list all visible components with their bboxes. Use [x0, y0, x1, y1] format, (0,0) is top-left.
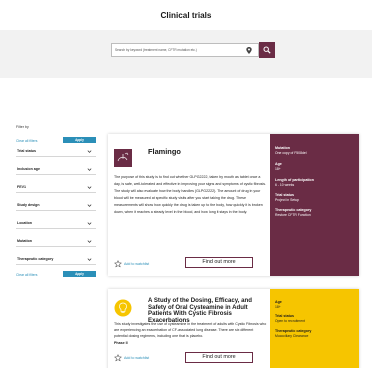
- bird-icon: [117, 152, 129, 162]
- trial-meta-panel: Age 18+ Trial status Open to recruitment…: [270, 289, 359, 368]
- chevron-down-icon: [87, 150, 92, 153]
- meta-value: One copy of F508del: [275, 151, 307, 155]
- clear-filters-link-bottom[interactable]: Clear all filters: [16, 273, 37, 277]
- trial-icon: [114, 149, 132, 167]
- watchlist-label[interactable]: Add to watchlist: [124, 262, 149, 266]
- filter-heading: Filter by: [16, 125, 29, 129]
- clear-filters-link-top[interactable]: Clear all filters: [16, 139, 37, 143]
- star-icon: [114, 354, 122, 362]
- filter-label: Location: [17, 221, 32, 225]
- meta-value: 18+: [275, 167, 281, 171]
- chevron-down-icon: [87, 240, 92, 243]
- meta-label: Therapeutic category: [275, 208, 312, 212]
- meta-label: Mutation: [275, 146, 290, 150]
- page-title: Clinical trials: [160, 11, 212, 20]
- filter-inclusion-age[interactable]: Inclusion age: [16, 164, 96, 175]
- meta-label: Age: [275, 300, 282, 304]
- search-box: [111, 43, 259, 57]
- filter-label: Therapeutic category: [17, 257, 54, 261]
- meta-label: Age: [275, 162, 282, 166]
- filter-label: FEV1: [17, 185, 26, 189]
- chevron-down-icon: [87, 186, 92, 189]
- trial-phase: Phase II: [114, 341, 128, 345]
- filter-label: Trial status: [17, 149, 36, 153]
- meta-label: Trial status: [275, 314, 294, 318]
- trial-description: This study investigates the use of cyste…: [114, 322, 267, 338]
- search-button[interactable]: [259, 42, 275, 58]
- filter-trial-status[interactable]: Trial status: [16, 146, 96, 157]
- watchlist-label[interactable]: Add to watchlist: [124, 356, 149, 360]
- find-out-more-button[interactable]: Find out more: [185, 257, 253, 268]
- filter-therapeutic-category[interactable]: Therapeutic category: [16, 254, 96, 265]
- filter-location[interactable]: Location: [16, 218, 96, 229]
- meta-label: Trial status: [275, 193, 294, 197]
- chevron-down-icon: [87, 258, 92, 261]
- star-icon: [114, 260, 122, 268]
- trial-meta-panel: Mutation One copy of F508del Age 18+ Len…: [270, 134, 359, 276]
- meta-value: Project in Setup: [275, 198, 299, 202]
- filter-label: Mutation: [17, 239, 32, 243]
- trial-card: Flamingo The purpose of this study is to…: [108, 134, 359, 276]
- trial-icon: [114, 299, 132, 317]
- meta-value: Restore CFTR Function: [275, 213, 311, 217]
- meta-value: Mucociliary Clearance: [275, 334, 309, 338]
- chevron-down-icon: [87, 222, 92, 225]
- trial-card-body: A Study of the Dosing, Efficacy, and Saf…: [108, 289, 270, 368]
- filter-mutation[interactable]: Mutation: [16, 236, 96, 247]
- filter-fev1[interactable]: FEV1: [16, 182, 96, 193]
- trial-title[interactable]: Flamingo: [148, 147, 181, 156]
- filter-label: Inclusion age: [17, 167, 40, 171]
- trial-description: The purpose of this study is to find out…: [114, 175, 267, 214]
- lightbulb-icon: [114, 299, 132, 317]
- map-pin-icon[interactable]: [244, 46, 254, 55]
- meta-value: Open to recruitment: [275, 319, 305, 323]
- find-out-more-button[interactable]: Find out more: [185, 352, 253, 363]
- apply-button-top[interactable]: Apply: [63, 137, 96, 143]
- search-input[interactable]: [115, 44, 241, 56]
- apply-button-bottom[interactable]: Apply: [63, 271, 96, 277]
- filter-study-design[interactable]: Study design: [16, 200, 96, 211]
- meta-label: Therapeutic category: [275, 329, 312, 333]
- trial-card: A Study of the Dosing, Efficacy, and Saf…: [108, 289, 359, 368]
- meta-value: 18+: [275, 305, 281, 309]
- chevron-down-icon: [87, 204, 92, 207]
- chevron-down-icon: [87, 168, 92, 171]
- search-icon: [263, 46, 271, 54]
- trial-card-body: Flamingo The purpose of this study is to…: [108, 134, 270, 276]
- meta-label: Length of participation: [275, 178, 314, 182]
- filter-label: Study design: [17, 203, 40, 207]
- meta-value: 6 - 10 weeks: [275, 183, 295, 187]
